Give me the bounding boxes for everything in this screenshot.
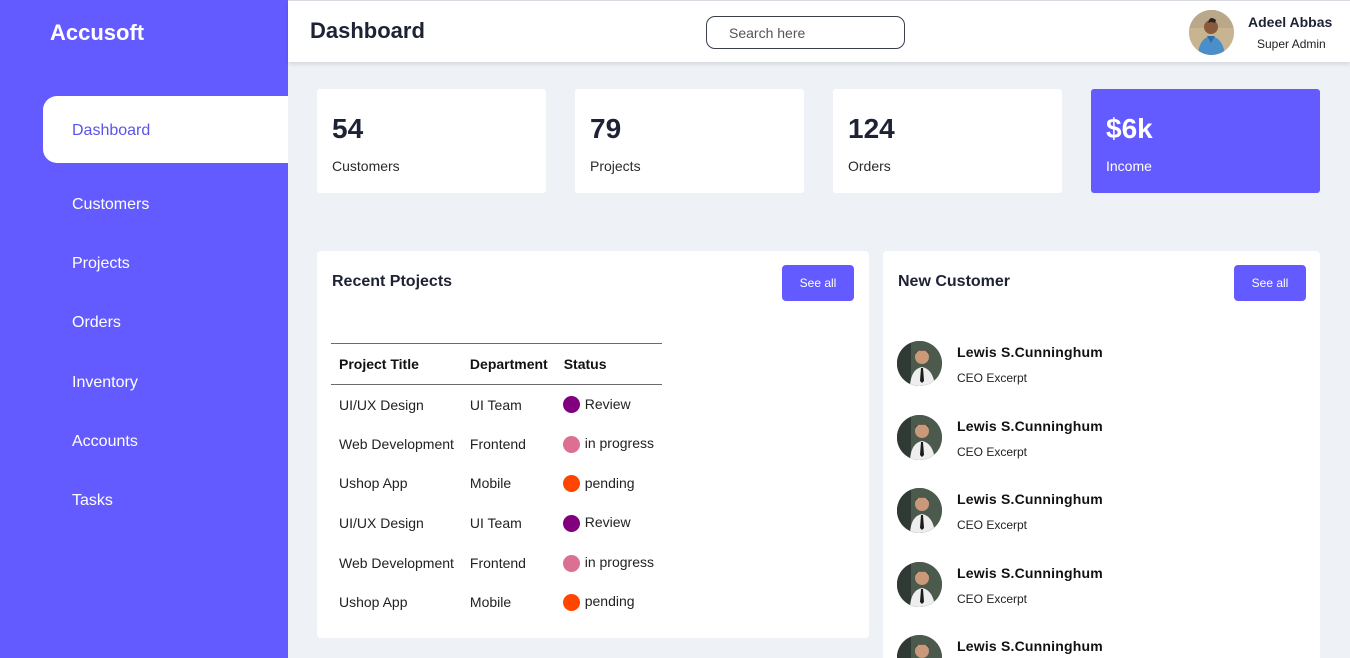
search-input[interactable] bbox=[706, 16, 905, 49]
status-cell: Review bbox=[556, 385, 662, 425]
status-cell: Review bbox=[556, 503, 662, 543]
department-cell: UI Team bbox=[469, 396, 522, 413]
stat-label: Customers bbox=[332, 158, 400, 174]
stat-label: Orders bbox=[848, 158, 891, 174]
table-row[interactable]: Ushop App Mobile pending bbox=[331, 582, 662, 622]
customer-role: CEO Excerpt bbox=[957, 518, 1028, 532]
recent-projects-title: Recent Ptojects bbox=[332, 273, 453, 290]
department-cell: Mobile bbox=[469, 475, 512, 492]
status-text: Review bbox=[584, 395, 631, 412]
customer-avatar bbox=[897, 341, 942, 386]
status-dot-icon bbox=[562, 554, 580, 572]
stat-value: 124 bbox=[848, 113, 895, 144]
stat-card-orders: 124 Orders bbox=[833, 89, 1062, 193]
user-name: Adeel Abbas bbox=[1248, 14, 1333, 30]
customer-role: CEO Excerpt bbox=[957, 591, 1028, 606]
status-cell: pending bbox=[556, 464, 662, 504]
project-title-cell: UI/UX Design bbox=[339, 396, 424, 413]
stat-value: 54 bbox=[332, 113, 364, 144]
customer-list-item[interactable]: Lewis S.Cunninghum CEO Excerpt bbox=[897, 488, 1297, 536]
project-title-cell: Ushop App bbox=[339, 475, 408, 492]
customer-avatar bbox=[897, 561, 942, 607]
column-header-department: Department bbox=[461, 343, 556, 385]
status-cell: pending bbox=[556, 582, 662, 622]
stat-card-projects: 79 Projects bbox=[575, 89, 804, 193]
customer-name: Lewis S.Cunninghum bbox=[957, 417, 1103, 434]
stat-label: Income bbox=[1106, 158, 1152, 174]
customer-list-item[interactable]: Lewis S.Cunninghum CEO Excerpt bbox=[897, 341, 1297, 389]
project-title-cell: Ushop App bbox=[339, 594, 408, 611]
status-dot-icon bbox=[562, 396, 580, 414]
table-header-row: Project Title Department Status bbox=[331, 343, 662, 385]
customer-name: Lewis S.Cunninghum bbox=[957, 491, 1103, 507]
user-role: Super Admin bbox=[1257, 37, 1326, 51]
new-customer-title: New Customer bbox=[898, 273, 1011, 290]
department-cell: Frontend bbox=[469, 554, 526, 571]
sidebar-item-customers[interactable]: Customers bbox=[72, 196, 149, 214]
sidebar-item-accounts[interactable]: Accounts bbox=[72, 433, 138, 451]
column-header-project-title: Project Title bbox=[331, 343, 462, 385]
sidebar-item-label: Dashboard bbox=[72, 122, 151, 139]
status-dot-icon bbox=[562, 594, 580, 612]
customer-list-item[interactable]: Lewis S.CunninghumCEO Excerpt bbox=[897, 635, 1297, 658]
customer-name: Lewis S.Cunninghum bbox=[957, 638, 1103, 654]
department-cell: UI Team bbox=[469, 515, 522, 532]
brand-logo: Accusoft bbox=[50, 20, 145, 45]
sidebar-item-tasks[interactable]: Tasks bbox=[72, 492, 113, 510]
sidebar-item-dashboard[interactable]: Dashboard bbox=[43, 96, 288, 163]
department-cell: Mobile bbox=[469, 594, 512, 611]
sidebar-item-orders[interactable]: Orders bbox=[72, 314, 121, 332]
top-header: Dashboard Adeel Abbas Super Admin bbox=[288, 0, 1350, 62]
status-text: pending bbox=[584, 593, 635, 610]
table-row[interactable]: UI/UX Design UI Team Review bbox=[331, 503, 662, 543]
new-customer-see-all-button[interactable]: See all bbox=[1234, 265, 1306, 301]
status-dot-icon bbox=[562, 435, 580, 453]
sidebar-item-projects[interactable]: Projects bbox=[72, 255, 130, 273]
status-cell: in progress bbox=[556, 424, 662, 464]
status-text: in progress bbox=[584, 553, 654, 570]
project-title-cell: Web Development bbox=[339, 554, 454, 571]
status-text: pending bbox=[584, 474, 635, 491]
column-header-status: Status bbox=[555, 343, 662, 385]
status-dot-icon bbox=[562, 514, 580, 532]
table-row[interactable]: Web Development Frontend in progress bbox=[331, 543, 662, 583]
customer-list-item[interactable]: Lewis S.Cunninghum CEO Excerpt bbox=[897, 561, 1297, 610]
new-customer-panel: New Customer See all Lewis S.Cunninghum C… bbox=[883, 251, 1320, 658]
stat-card-customers: 54 Customers bbox=[317, 89, 546, 193]
customer-name: Lewis S.Cunninghum bbox=[957, 344, 1103, 360]
status-dot-icon bbox=[562, 475, 580, 493]
recent-projects-see-all-button[interactable]: See all bbox=[782, 265, 854, 301]
user-avatar[interactable] bbox=[1189, 10, 1234, 55]
status-text: Review bbox=[584, 514, 631, 531]
recent-projects-panel: Recent Ptojects See all Project Title De… bbox=[317, 251, 869, 638]
stat-card-income: $6k Income bbox=[1091, 89, 1320, 193]
department-cell: Frontend bbox=[469, 435, 526, 452]
sidebar-item-inventory[interactable]: Inventory bbox=[72, 374, 138, 392]
stat-label: Projects bbox=[590, 158, 641, 174]
projects-table: Project Title Department Status UI/UX De… bbox=[331, 343, 662, 622]
status-cell: in progress bbox=[556, 543, 662, 583]
customer-avatar bbox=[897, 488, 942, 533]
customer-list-item[interactable]: Lewis S.Cunninghum CEO Excerpt bbox=[897, 414, 1297, 463]
project-title-cell: Web Development bbox=[339, 435, 454, 452]
customer-role: CEO Excerpt bbox=[957, 371, 1028, 385]
customer-role: CEO Excerpt bbox=[957, 444, 1028, 459]
customer-avatar bbox=[897, 635, 942, 658]
table-row[interactable]: UI/UX Design UI Team Review bbox=[331, 385, 662, 425]
customer-name: Lewis S.Cunninghum bbox=[957, 564, 1103, 581]
table-row[interactable]: Web Development Frontend in progress bbox=[331, 424, 662, 464]
stat-value: 79 bbox=[590, 113, 622, 144]
status-text: in progress bbox=[584, 434, 654, 451]
table-row[interactable]: Ushop App Mobile pending bbox=[331, 464, 662, 504]
project-title-cell: UI/UX Design bbox=[339, 515, 424, 532]
page-title: Dashboard bbox=[310, 18, 425, 43]
stat-value: $6k bbox=[1106, 113, 1153, 144]
sidebar: Accusoft Dashboard Customers Projects Or… bbox=[0, 0, 288, 658]
customer-avatar bbox=[897, 414, 942, 460]
